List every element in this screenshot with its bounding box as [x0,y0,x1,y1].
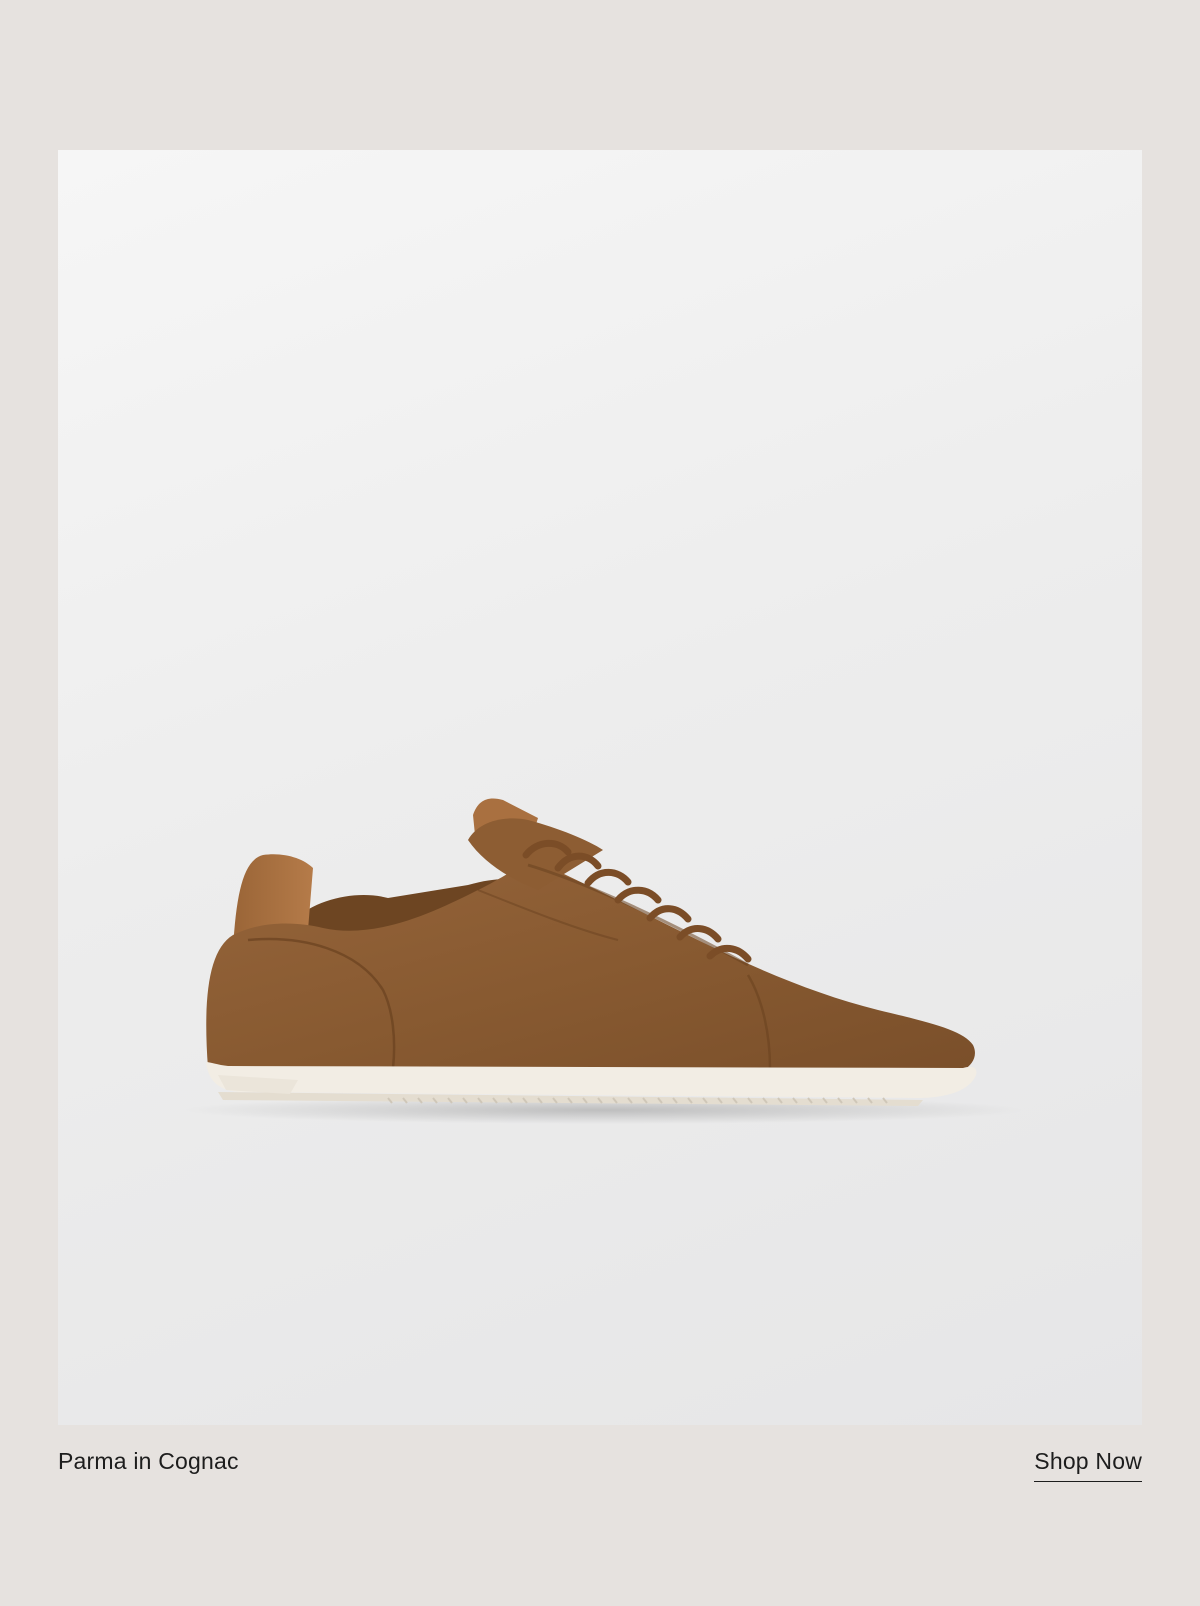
shop-now-link[interactable]: Shop Now [1034,1448,1142,1482]
product-name: Parma in Cognac [58,1448,239,1474]
product-card: Parma in Cognac Shop Now [0,0,1200,1606]
product-image[interactable] [58,150,1142,1425]
sneaker-illustration-icon [183,798,1023,1124]
caption-row: Parma in Cognac Shop Now [58,1444,1142,1484]
